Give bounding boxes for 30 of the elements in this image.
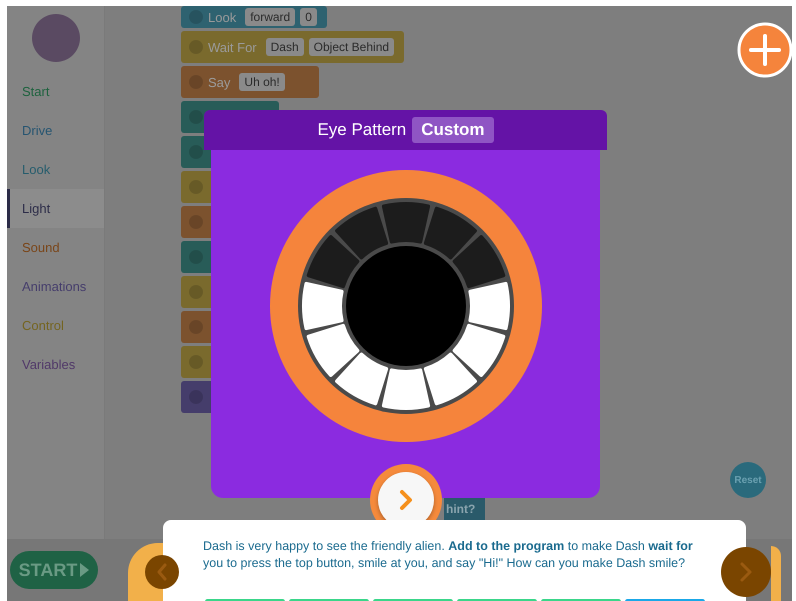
block-parameter[interactable]: forward xyxy=(245,8,296,26)
add-button[interactable] xyxy=(737,22,792,78)
block-parameter[interactable]: Uh oh! xyxy=(239,73,285,91)
code-block[interactable]: Say Uh oh! xyxy=(181,66,319,98)
eye-light-segment[interactable] xyxy=(452,235,505,288)
chevron-right-icon xyxy=(739,561,753,583)
eye-light-segment[interactable] xyxy=(423,206,476,260)
alien-avatar xyxy=(32,14,80,62)
block-parameter[interactable]: Object Behind xyxy=(308,38,394,56)
hint-button[interactable]: hint? xyxy=(444,498,485,520)
block-dot-icon xyxy=(189,145,203,159)
block-label: Look xyxy=(208,10,236,24)
eye-light-segment[interactable] xyxy=(306,235,359,288)
chevron-right-icon xyxy=(399,489,413,511)
instruction-text: Dash is very happy to see the friendly alien. Add to the program to make Dash wait for you to press the top button, smile at you, and say "Hi!" How can you make Dash smile? xyxy=(203,538,694,572)
block-parameter[interactable]: Dash xyxy=(266,38,304,56)
modal-title: Eye Pattern xyxy=(317,120,406,140)
block-dot-icon xyxy=(189,110,203,124)
chevron-left-icon xyxy=(156,563,168,581)
reset-button[interactable]: Reset xyxy=(730,462,766,498)
code-block[interactable]: Look forward 0 xyxy=(181,6,327,28)
block-parameter[interactable]: 0 xyxy=(300,8,317,26)
block-label: Say xyxy=(208,74,230,90)
block-label: Wait For xyxy=(208,40,257,54)
category-item[interactable]: Light xyxy=(7,189,104,228)
pattern-mode-button[interactable]: Custom xyxy=(412,117,494,143)
start-button[interactable]: START xyxy=(10,551,98,589)
code-block[interactable]: Wait For Dash Object Behind xyxy=(181,31,404,63)
plus-icon xyxy=(737,22,792,78)
eye-light-segment[interactable] xyxy=(334,206,388,260)
